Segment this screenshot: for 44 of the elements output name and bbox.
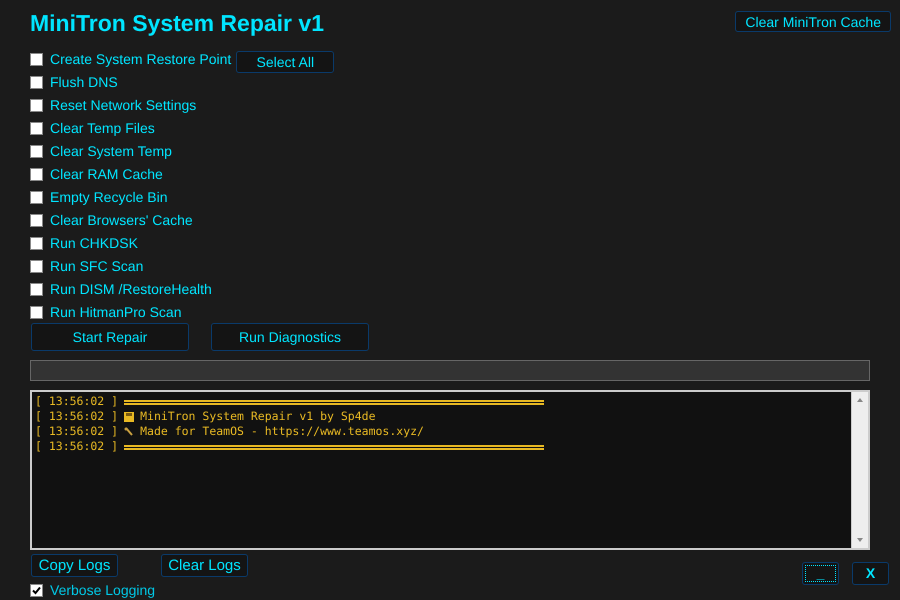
checkbox[interactable] (30, 52, 43, 66)
checkbox[interactable] (30, 306, 43, 318)
window-button[interactable]: X (852, 562, 889, 585)
checkbox[interactable] (30, 98, 43, 112)
verbose-label: Verbose Logging (50, 580, 156, 600)
log-time: [ 13:56:02 ] (35, 424, 118, 439)
checkbox[interactable] (30, 144, 43, 158)
task-label: Flush DNS (50, 72, 118, 92)
task-label: Run CHKDSK (50, 234, 138, 252)
checkbox[interactable] (30, 584, 43, 596)
log-message: MiniTron System Repair v1 by Sp4de (140, 409, 376, 424)
task-label: Run SFC Scan (50, 256, 144, 276)
task-label: Clear RAM Cache (50, 164, 163, 184)
task-label: Run DISM /RestoreHealth (50, 280, 212, 298)
checkbox[interactable] (30, 190, 43, 204)
clear-cache-button[interactable]: Clear MiniTron Cache (735, 11, 891, 32)
task-label: Run HitmanPro Scan (50, 302, 182, 322)
checkbox[interactable] (30, 236, 43, 250)
action-button[interactable]: Start Repair (31, 323, 189, 351)
checkbox[interactable] (30, 168, 43, 180)
task-label: Reset Network Settings (50, 96, 196, 115)
log-message: Made for TeamOS - https://www.teamos.xyz/ (140, 424, 424, 439)
log-time: [ 13:56:02 ] (35, 394, 118, 409)
select-all-button[interactable]: Select All (236, 51, 334, 73)
checkbox[interactable] (30, 122, 43, 134)
log-button[interactable]: Clear Logs (161, 554, 248, 577)
checkmark-icon (32, 586, 41, 594)
window-button[interactable]: _ (802, 562, 839, 585)
log-time: [ 13:56:02 ] (35, 409, 118, 424)
task-label: Empty Recycle Bin (50, 188, 168, 207)
log-time: [ 13:56:02 ] (35, 439, 118, 454)
action-button[interactable]: Run Diagnostics (211, 323, 369, 351)
checkbox[interactable] (30, 260, 43, 272)
task-label: Clear Browsers' Cache (50, 210, 193, 230)
task-label: Clear System Temp (50, 142, 172, 161)
checkbox[interactable] (30, 214, 43, 226)
checkbox[interactable] (30, 76, 43, 88)
task-label: Create System Restore Point (50, 50, 232, 69)
wrench-icon (124, 426, 134, 436)
scrollbar[interactable] (851, 392, 868, 548)
checkbox[interactable] (30, 282, 43, 296)
log-button[interactable]: Copy Logs (31, 554, 118, 577)
task-label: Clear Temp Files (50, 118, 155, 138)
app-title: MiniTron System Repair v1 (30, 9, 324, 38)
